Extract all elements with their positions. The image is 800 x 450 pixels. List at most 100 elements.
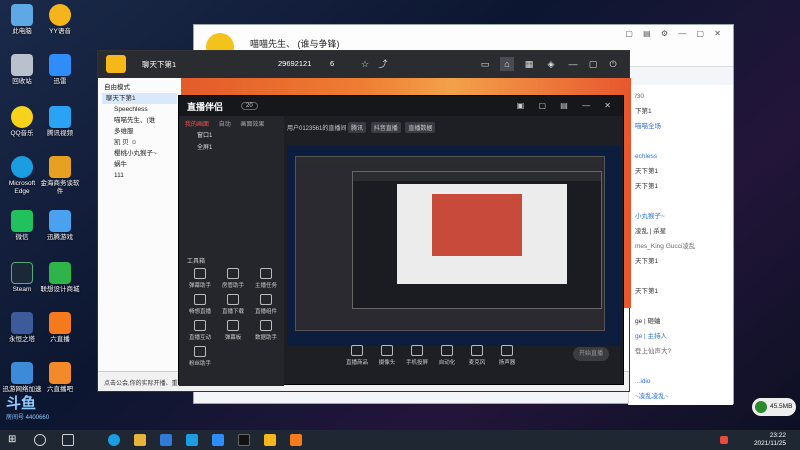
- search-icon[interactable]: [34, 434, 46, 446]
- task-view-icon[interactable]: [62, 434, 74, 446]
- desktop-icon-jinhai[interactable]: 金海商务谈软件: [40, 156, 80, 196]
- channel-tree-item[interactable]: 聊天下第1: [102, 93, 177, 104]
- scene-item[interactable]: 全屏1: [179, 142, 284, 154]
- live-taskbar-icon[interactable]: [238, 434, 250, 446]
- yy-home-logo-icon[interactable]: [106, 55, 126, 73]
- bottom-tool[interactable]: 扬声器: [493, 343, 521, 366]
- file-explorer-icon[interactable]: [134, 434, 146, 446]
- member-list-item[interactable]: [635, 134, 727, 149]
- desktop-icon-wechat[interactable]: 微信: [2, 210, 42, 242]
- home-icon[interactable]: ⌂: [500, 57, 514, 71]
- member-list-item[interactable]: 天下第1: [635, 179, 727, 194]
- channel-tree-item[interactable]: 蜗牛: [102, 159, 177, 170]
- member-list-item[interactable]: [635, 269, 727, 284]
- channel-tree-item[interactable]: 凯 贝 ☺: [102, 137, 177, 148]
- bottom-tool[interactable]: 手机投屏: [403, 343, 431, 366]
- member-list-item[interactable]: 登上仙声大?: [635, 344, 727, 359]
- toolbox-item[interactable]: 直播互动: [185, 320, 215, 341]
- room-tag[interactable]: 抖音直播: [370, 122, 401, 133]
- grid-icon[interactable]: ▦: [522, 57, 536, 71]
- desktop-icon-edge[interactable]: Microsoft Edge: [2, 156, 42, 196]
- toolbox-item[interactable]: 畅想直播: [185, 294, 215, 315]
- desktop-icon-xunlei[interactable]: 迅雷: [40, 54, 80, 86]
- edge-taskbar-icon[interactable]: [108, 434, 120, 446]
- tray-icon[interactable]: [720, 436, 728, 444]
- toolbox-item[interactable]: 直播组件: [251, 294, 281, 315]
- member-list-item[interactable]: ge | 主持人: [635, 329, 727, 344]
- bottom-tool[interactable]: 直播商品: [343, 343, 371, 366]
- maximize-icon[interactable]: ▢: [586, 57, 600, 71]
- gamepad-icon[interactable]: ◈: [544, 57, 558, 71]
- channel-tree: 自由模式 聊天下第1 Speechless 喵喵先生、(谁 多维服凯 贝 ☺ 樱桃小丸猴子…: [98, 78, 181, 373]
- member-list-item[interactable]: 天下第1: [635, 164, 727, 179]
- channel-tree-item[interactable]: 喵喵先生、(谁: [102, 115, 177, 126]
- store-icon[interactable]: [160, 434, 172, 446]
- desktop-icon-tencent-video[interactable]: 腾讯视频: [40, 106, 80, 138]
- start-live-button[interactable]: 开始直播: [573, 347, 609, 361]
- channel-tree-item[interactable]: 樱桃小丸猴子~: [102, 148, 177, 159]
- yy-taskbar-icon[interactable]: [264, 434, 276, 446]
- member-list-item[interactable]: 喵喵全场: [635, 119, 727, 134]
- live-preview-canvas[interactable]: [287, 146, 621, 346]
- windows-start-icon[interactable]: ⊞: [8, 434, 20, 446]
- star-icon[interactable]: ☆: [358, 57, 372, 71]
- channel-tree-item[interactable]: Speechless: [102, 104, 177, 115]
- tab-auto[interactable]: 自动: [219, 122, 231, 128]
- liuzhibo-icon: [49, 312, 71, 334]
- desktop-icon-xunteng[interactable]: 迅腾游戏: [40, 210, 80, 242]
- member-list-item[interactable]: echless: [635, 149, 727, 164]
- desktop-icon-steam[interactable]: Steam: [2, 262, 42, 294]
- member-list-item[interactable]: ~凌乱凌乱~: [635, 389, 727, 404]
- tab-effects[interactable]: 画面效果: [240, 122, 264, 128]
- desktop-icon-this-pc[interactable]: 此电脑: [2, 4, 42, 36]
- channel-tree-item[interactable]: 111: [102, 170, 177, 181]
- window-controls[interactable]: ▢ ▤ ⚙ — ▢ ✕: [625, 29, 725, 38]
- douyu-taskbar-icon[interactable]: [290, 434, 302, 446]
- toolbox-item[interactable]: 粉丝助手: [185, 346, 215, 367]
- desktop-icon-liuzhibo[interactable]: 六直播: [40, 312, 80, 344]
- member-list-item[interactable]: mes_King Gucci凌乱: [635, 239, 727, 254]
- toolbox-item[interactable]: 房管助手: [218, 268, 248, 289]
- channel-tree-item[interactable]: 自由模式: [102, 82, 177, 93]
- xunlei-taskbar-icon[interactable]: [212, 434, 224, 446]
- minimize-icon[interactable]: —: [566, 57, 580, 71]
- desktop-icon-xunyou[interactable]: 迅游网络加速: [2, 362, 42, 394]
- member-list-item[interactable]: 凌乱 | 杀星: [635, 224, 727, 239]
- desktop-icon-yy[interactable]: YY语音: [40, 4, 80, 36]
- member-list-item[interactable]: 小丸猴子~: [635, 209, 727, 224]
- desktop-icon-lenovo[interactable]: 联想设计商城: [40, 262, 80, 294]
- tab-my-screen[interactable]: 我的画面: [185, 122, 209, 128]
- room-tag[interactable]: 直播数据: [405, 122, 436, 133]
- member-list-item[interactable]: [635, 299, 727, 314]
- live-window-controls[interactable]: ▣ ▢ ▤ — ✕: [517, 101, 617, 110]
- scene-item[interactable]: 窗口1: [179, 130, 284, 142]
- member-list-item[interactable]: ge | 砸蛐: [635, 314, 727, 329]
- desktop-icon-recycle-bin[interactable]: 回收站: [2, 54, 42, 86]
- desktop-icon-liuzhiboba[interactable]: 六直播吧: [40, 362, 80, 394]
- toolbox-item[interactable]: 数据助手: [251, 320, 281, 341]
- toolbox-item[interactable]: 直播下载: [218, 294, 248, 315]
- desktop-icon-aion[interactable]: 永恒之塔: [2, 312, 42, 344]
- member-list-item[interactable]: [635, 194, 727, 209]
- member-list-item[interactable]: ...idio: [635, 374, 727, 389]
- power-icon[interactable]: ⏻: [606, 57, 620, 71]
- channel-tree-item[interactable]: 多维服: [102, 126, 177, 137]
- stream-watermark: 斗鱼 房间号 4400660: [6, 395, 50, 421]
- bottom-tool[interactable]: 麦克风: [463, 343, 491, 366]
- bottom-tool[interactable]: 摄像头: [373, 343, 401, 366]
- bottom-tool[interactable]: 自动化: [433, 343, 461, 366]
- desktop-icon-qq-music[interactable]: QQ音乐: [2, 106, 42, 138]
- member-list-item[interactable]: 天下第1: [635, 284, 727, 299]
- toolbox-item[interactable]: 弹幕板: [218, 320, 248, 341]
- member-list-item[interactable]: 天下第1: [635, 254, 727, 269]
- room-tag[interactable]: 腾讯: [348, 122, 367, 133]
- member-list-item[interactable]: /30: [635, 89, 727, 104]
- taskbar-clock[interactable]: 23:22 2021/11/25: [754, 432, 786, 448]
- member-list-item[interactable]: [635, 359, 727, 374]
- video-icon[interactable]: ▭: [478, 57, 492, 71]
- share-icon[interactable]: ⤴: [376, 57, 390, 71]
- browser-taskbar-icon[interactable]: [186, 434, 198, 446]
- toolbox-item[interactable]: 主播任务: [251, 268, 281, 289]
- member-list-item[interactable]: 下第1: [635, 104, 727, 119]
- toolbox-item[interactable]: 弹幕助手: [185, 268, 215, 289]
